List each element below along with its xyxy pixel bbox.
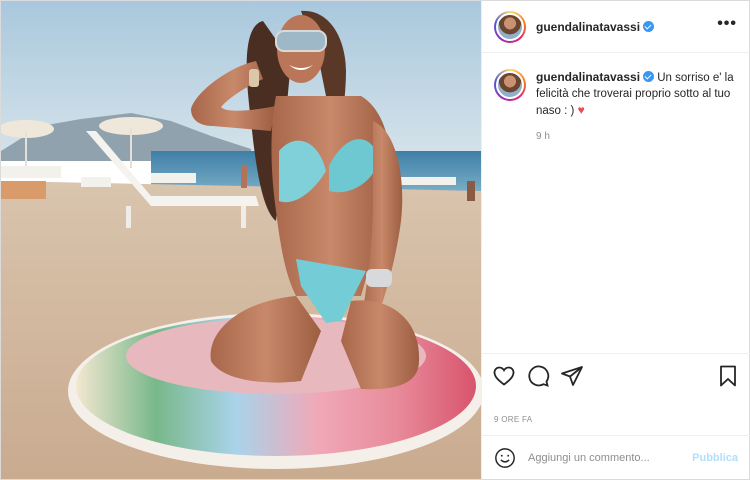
post-photo[interactable] <box>1 1 481 479</box>
caption-username[interactable]: guendalinatavassi <box>536 70 640 84</box>
publish-button[interactable]: Pubblica <box>692 452 738 464</box>
avatar[interactable] <box>496 12 524 41</box>
emoji-smiley-icon[interactable] <box>494 447 516 469</box>
comment-input[interactable] <box>528 451 688 464</box>
caption-avatar[interactable] <box>496 71 524 99</box>
avatar-story-ring[interactable] <box>494 10 526 43</box>
post-date[interactable]: 9 ORE FA <box>494 415 532 424</box>
bookmark-icon[interactable] <box>716 364 740 388</box>
share-icon[interactable] <box>560 364 584 388</box>
post-header: guendalinatavassi ••• <box>482 1 749 53</box>
beach-photo-image <box>1 1 481 479</box>
caption-avatar-ring[interactable] <box>494 69 526 101</box>
caption-timestamp[interactable]: 9 h <box>536 129 736 145</box>
more-options-icon[interactable]: ••• <box>717 15 737 38</box>
header-username[interactable]: guendalinatavassi <box>536 20 655 34</box>
caption-body: guendalinatavassi Un sorriso e' la felic… <box>536 69 736 353</box>
caption-verified-badge-icon <box>643 71 655 82</box>
caption-area: guendalinatavassi Un sorriso e' la felic… <box>482 53 749 353</box>
heart-icon[interactable] <box>492 364 516 388</box>
post-side-panel: guendalinatavassi ••• guendalinatavassi … <box>481 1 750 479</box>
red-heart-emoji-icon: ♥ <box>577 103 585 117</box>
comment-icon[interactable] <box>526 364 550 388</box>
add-comment-row: Pubblica <box>482 435 750 479</box>
instagram-post: guendalinatavassi ••• guendalinatavassi … <box>0 0 750 480</box>
header-username-text[interactable]: guendalinatavassi <box>536 20 640 34</box>
post-actions-bar <box>482 353 750 397</box>
verified-badge-icon <box>643 20 655 32</box>
